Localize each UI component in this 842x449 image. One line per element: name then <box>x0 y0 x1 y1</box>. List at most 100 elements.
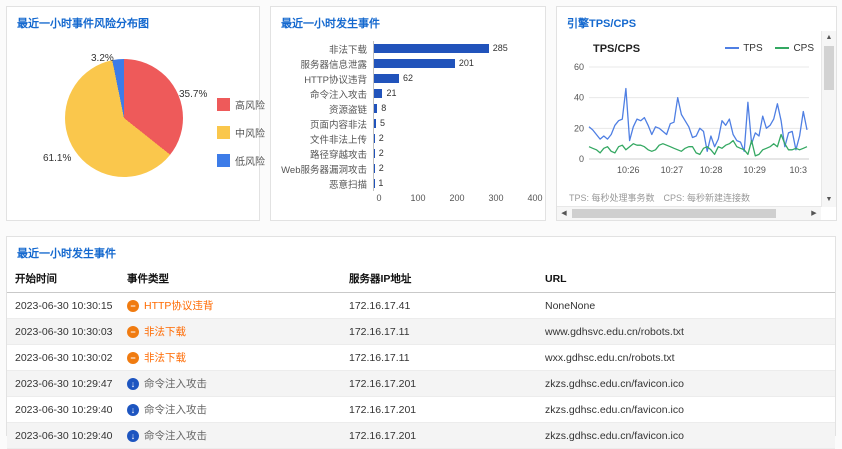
severity-low-icon: ↓ <box>127 430 139 442</box>
severity-low-icon: ↓ <box>127 378 139 390</box>
vertical-scroll-thumb[interactable] <box>824 46 834 90</box>
bar-category-label: 恶意扫描 <box>279 177 373 191</box>
bar-x-tick: 400 <box>527 193 542 203</box>
panel-title-events-bar: 最近一小时发生事件 <box>271 7 545 35</box>
table-row: 2023-06-30 10:30:03−非法下载172.16.17.11www.… <box>7 319 835 345</box>
bar-fill <box>374 59 455 68</box>
cell-server-ip: 172.16.17.41 <box>341 293 537 319</box>
table-row: 2023-06-30 10:30:15−HTTP协议违背 172.16.17.41… <box>7 293 835 319</box>
cell-start-time: 2023-06-30 10:29:40 <box>7 397 119 423</box>
cell-event-type: −非法下载 <box>119 345 341 371</box>
bar-track: 285 <box>373 41 535 56</box>
col-header-server-ip: 服务器IP地址 <box>341 265 537 293</box>
pie-percent-high: 35.7% <box>179 89 207 100</box>
risk-distribution-panel: 最近一小时事件风险分布图 35.7% 61.1% 3.2% 高风险 中风险 低风… <box>6 6 260 221</box>
event-type-link[interactable]: HTTP协议违背 <box>144 300 213 312</box>
cell-url: zkzs.gdhsc.edu.cn/favicon.ico <box>537 397 835 423</box>
bar-x-tick: 300 <box>488 193 503 203</box>
bar-category-label: 文件非法上传 <box>279 132 373 146</box>
bar-row: 非法下载285 <box>279 41 535 56</box>
panel-title-risk-pie: 最近一小时事件风险分布图 <box>7 7 259 35</box>
engine-tps-cps-panel: 引擎TPS/CPS TPS/CPS TPS CPS 020406010:2610… <box>556 6 837 221</box>
cell-event-type: −非法下载 <box>119 319 341 345</box>
scroll-up-icon[interactable]: ▲ <box>822 31 836 45</box>
svg-text:0: 0 <box>579 154 584 164</box>
panel-title-tps: 引擎TPS/CPS <box>557 7 836 35</box>
legend-item-cps: CPS <box>775 43 814 54</box>
vertical-scrollbar[interactable]: ▲ ▼ <box>821 31 836 207</box>
svg-text:40: 40 <box>574 93 584 103</box>
cell-url: wxx.gdhsc.edu.cn/robots.txt <box>537 345 835 371</box>
bar-row: 命令注入攻击21 <box>279 86 535 101</box>
col-header-start-time: 开始时间 <box>7 265 119 293</box>
events-table: 开始时间 事件类型 服务器IP地址 URL 2023-06-30 10:30:1… <box>7 265 835 449</box>
legend-swatch-low-icon <box>217 154 230 167</box>
svg-text:60: 60 <box>574 62 584 72</box>
bar-row: 页面内容非法5 <box>279 116 535 131</box>
cell-start-time: 2023-06-30 10:29:40 <box>7 423 119 449</box>
event-type-link[interactable]: 非法下载 <box>144 326 186 338</box>
event-type-link[interactable]: 命令注入攻击 <box>144 430 207 442</box>
legend-swatch-mid-icon <box>217 126 230 139</box>
table-row: 2023-06-30 10:29:47↓命令注入攻击172.16.17.201z… <box>7 371 835 397</box>
tps-footnote: TPS: 每秒处理事务数 CPS: 每秒新建连接数 <box>569 191 815 204</box>
cell-event-type: ↓ 命令注入攻击 <box>119 423 341 449</box>
bar-track: 62 <box>373 71 535 86</box>
bar-row: 路径穿越攻击2 <box>279 146 535 161</box>
pie-percent-mid: 61.1% <box>43 153 71 164</box>
bar-category-label: 服务器信息泄露 <box>279 57 373 71</box>
bar-category-label: 资源盗链 <box>279 102 373 116</box>
legend-item-mid: 中风险 <box>217 125 265 140</box>
bar-fill <box>374 164 375 173</box>
bar-row: 文件非法上传 2 <box>279 131 535 146</box>
bar-value-label: 1 <box>378 176 383 191</box>
bar-row: 资源盗链8 <box>279 101 535 116</box>
risk-pie-chart <box>65 59 183 177</box>
bar-category-label: 非法下载 <box>279 42 373 56</box>
cell-server-ip: 172.16.17.11 <box>341 345 537 371</box>
pie-percent-low: 3.2% <box>91 53 114 64</box>
bar-fill <box>374 119 376 128</box>
recent-events-bar-panel: 最近一小时发生事件 非法下载285服务器信息泄露201HTTP协议违背62命令注… <box>270 6 546 221</box>
event-type-link[interactable]: 非法下载 <box>144 352 186 364</box>
cell-server-ip: 172.16.17.201 <box>341 371 537 397</box>
bar-row: HTTP协议违背62 <box>279 71 535 86</box>
cell-server-ip: 172.16.17.201 <box>341 423 537 449</box>
horizontal-scrollbar[interactable]: ◀ ▶ <box>557 206 821 220</box>
event-type-link[interactable]: 命令注入攻击 <box>144 378 207 390</box>
cell-event-type: ↓ 命令注入攻击 <box>119 371 341 397</box>
svg-text:20: 20 <box>574 123 584 133</box>
svg-text:10:28: 10:28 <box>700 165 723 175</box>
scroll-left-icon[interactable]: ◀ <box>557 207 571 220</box>
cps-line-swatch-icon <box>775 47 789 49</box>
bar-track: 2 <box>373 161 535 176</box>
svg-text:10:27: 10:27 <box>661 165 684 175</box>
col-header-event-type: 事件类型 <box>119 265 341 293</box>
horizontal-scroll-thumb[interactable] <box>572 209 776 218</box>
bar-fill <box>374 134 375 143</box>
panel-title-events-table: 最近一小时发生事件 <box>7 237 835 265</box>
legend-label-tps: TPS <box>743 43 762 54</box>
scroll-right-icon[interactable]: ▶ <box>807 207 821 220</box>
svg-text:10:29: 10:29 <box>743 165 766 175</box>
cell-url: zkzs.gdhsc.edu.cn/favicon.ico <box>537 423 835 449</box>
recent-events-table-panel: 最近一小时发生事件 开始时间 事件类型 服务器IP地址 URL 2023-06-… <box>6 236 836 436</box>
bar-category-label: 路径穿越攻击 <box>279 147 373 161</box>
cell-event-type: ↓命令注入攻击 <box>119 397 341 423</box>
bar-value-label: 62 <box>403 71 413 86</box>
legend-item-low: 低风险 <box>217 153 265 168</box>
cell-start-time: 2023-06-30 10:30:15 <box>7 293 119 319</box>
cell-server-ip: 172.16.17.11 <box>341 319 537 345</box>
legend-label-low: 低风险 <box>235 153 265 168</box>
table-row: 2023-06-30 10:29:40 ↓ 命令注入攻击 172.16.17.201z… <box>7 423 835 449</box>
legend-label-cps: CPS <box>793 43 814 54</box>
bar-value-label: 2 <box>379 131 384 146</box>
scroll-down-icon[interactable]: ▼ <box>822 193 836 207</box>
cell-start-time: 2023-06-30 10:30:03 <box>7 319 119 345</box>
bar-category-label: 命令注入攻击 <box>279 87 373 101</box>
event-type-link[interactable]: 命令注入攻击 <box>144 404 207 416</box>
cell-start-time: 2023-06-30 10:29:47 <box>7 371 119 397</box>
severity-medium-icon: − <box>127 300 139 312</box>
bar-x-tick: 100 <box>410 193 425 203</box>
bar-fill <box>374 89 382 98</box>
